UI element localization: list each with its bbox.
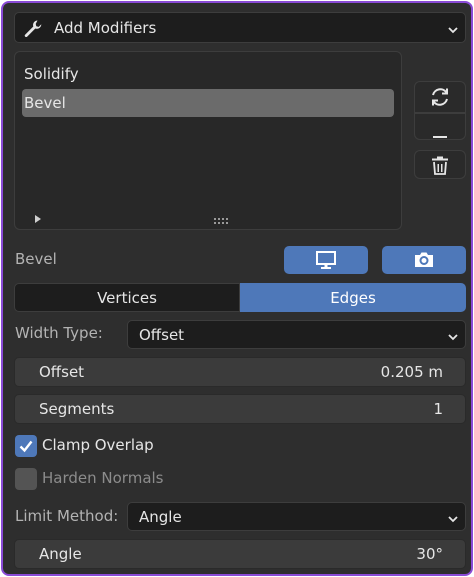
harden-normals-checkbox[interactable] — [15, 468, 37, 490]
width-type-label: Width Type: — [15, 324, 103, 342]
chevron-down-icon — [447, 511, 459, 523]
list-item-bevel[interactable]: Bevel — [22, 89, 394, 117]
limit-method-label: Limit Method: — [15, 507, 119, 525]
expand-triangle-icon[interactable] — [33, 210, 43, 223]
segments-label: Segments — [39, 400, 115, 418]
add-modifiers-dropdown[interactable]: Add Modifiers — [14, 12, 466, 43]
modifier-list: Solidify Bevel — [14, 51, 402, 230]
angle-field[interactable]: Angle 30° — [14, 539, 466, 569]
list-item-label: Solidify — [24, 65, 79, 83]
limit-method-dropdown[interactable]: Angle — [127, 502, 466, 531]
segments-value: 1 — [433, 400, 443, 418]
trash-icon — [430, 155, 450, 175]
tab-vertices-label: Vertices — [97, 288, 157, 307]
minus-icon — [433, 125, 447, 138]
width-type-dropdown[interactable]: Offset — [127, 320, 466, 349]
offset-field[interactable]: Offset 0.205 m — [14, 357, 466, 387]
list-item-solidify[interactable]: Solidify — [22, 60, 394, 88]
chevron-down-icon — [447, 329, 459, 341]
wrench-icon — [23, 19, 43, 38]
angle-label: Angle — [39, 545, 82, 563]
tab-edges[interactable]: Edges — [240, 283, 466, 312]
refresh-icon — [428, 85, 452, 109]
checkmark-icon — [18, 438, 34, 454]
refresh-button[interactable] — [414, 81, 466, 113]
list-item-label: Bevel — [24, 94, 66, 112]
delete-button[interactable] — [414, 150, 466, 179]
segments-field[interactable]: Segments 1 — [14, 394, 466, 424]
harden-normals-label: Harden Normals — [42, 469, 164, 487]
chevron-down-icon — [447, 22, 459, 34]
add-modifiers-label: Add Modifiers — [54, 18, 157, 37]
offset-label: Offset — [39, 363, 85, 381]
angle-value: 30° — [416, 545, 443, 563]
camera-icon — [413, 250, 435, 270]
remove-button[interactable] — [414, 113, 466, 140]
modifier-panel: Add Modifiers Solidify Bevel Bevel Verti… — [1, 1, 473, 576]
tab-vertices[interactable]: Vertices — [14, 283, 240, 312]
width-type-value: Offset — [139, 325, 185, 344]
clamp-overlap-label: Clamp Overlap — [42, 436, 154, 454]
monitor-icon — [315, 250, 337, 270]
viewport-display-toggle[interactable] — [284, 246, 368, 274]
resize-grip-icon[interactable] — [213, 211, 231, 224]
tab-edges-label: Edges — [330, 288, 376, 307]
render-display-toggle[interactable] — [382, 246, 466, 274]
limit-method-value: Angle — [139, 507, 182, 526]
offset-value: 0.205 m — [380, 363, 443, 381]
modifier-name-label: Bevel — [15, 250, 57, 268]
clamp-overlap-checkbox[interactable] — [15, 435, 37, 457]
